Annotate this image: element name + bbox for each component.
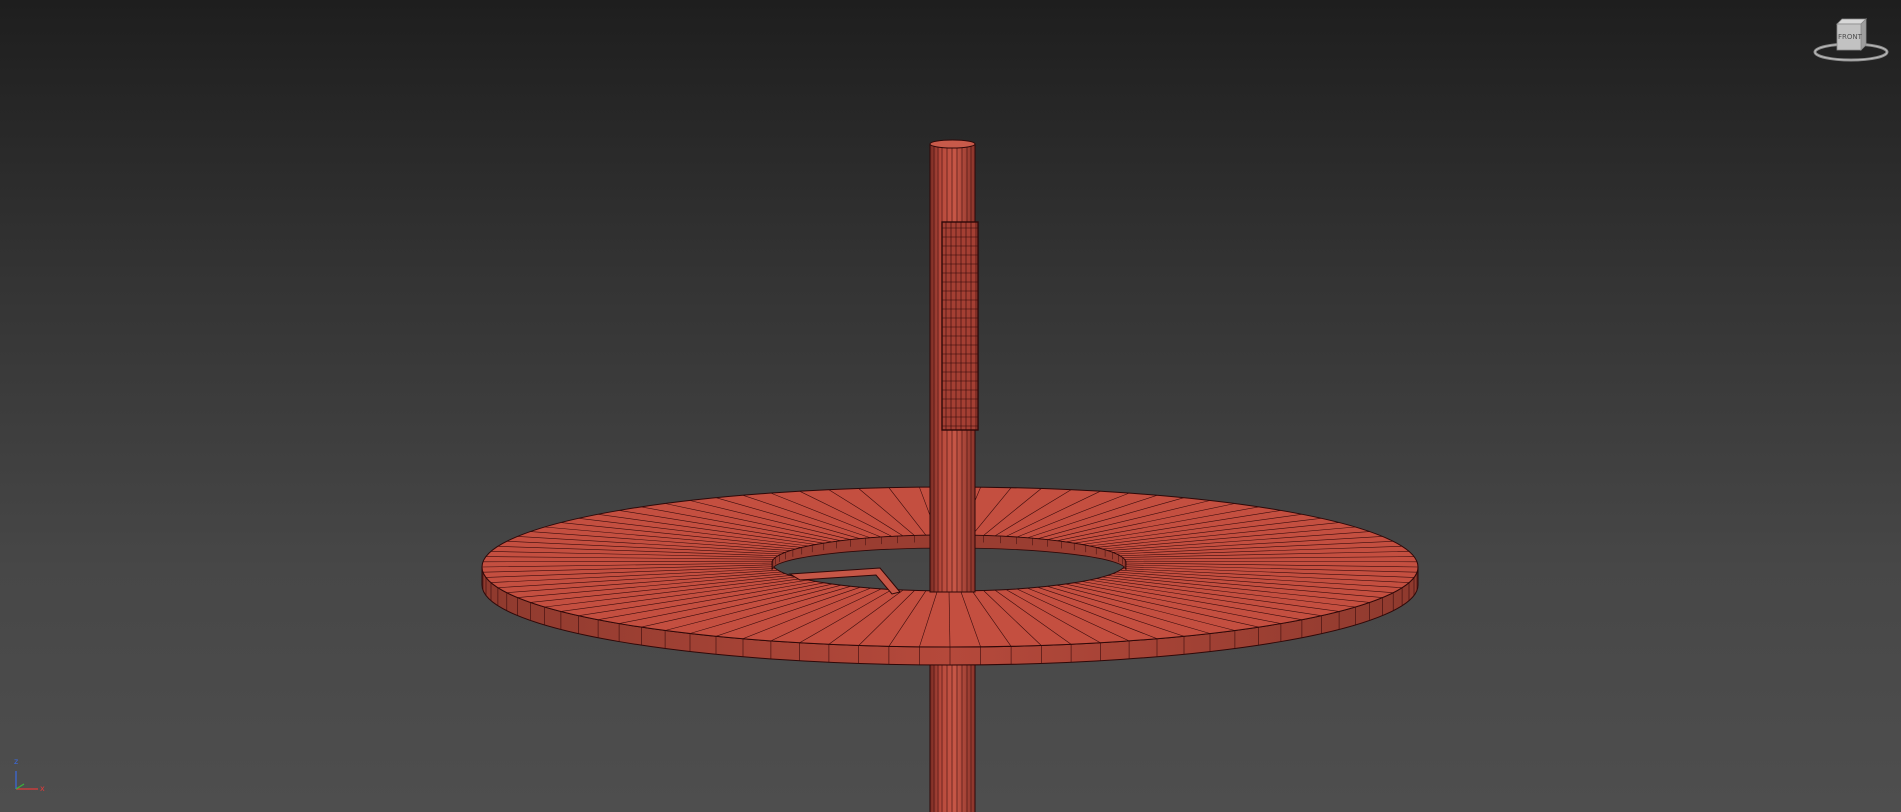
- axis-x-label: x: [40, 784, 45, 793]
- axis-tripod: z x: [8, 756, 48, 796]
- viewcube-icon[interactable]: [1810, 14, 1892, 68]
- viewcube[interactable]: FRONT: [1810, 14, 1892, 68]
- scene-canvas[interactable]: [0, 0, 1901, 812]
- 3d-viewport[interactable]: FRONT z x: [0, 0, 1901, 812]
- axis-z-label: z: [14, 757, 19, 766]
- pole-lower[interactable]: [929, 647, 976, 812]
- pole-sleeve[interactable]: [941, 221, 979, 431]
